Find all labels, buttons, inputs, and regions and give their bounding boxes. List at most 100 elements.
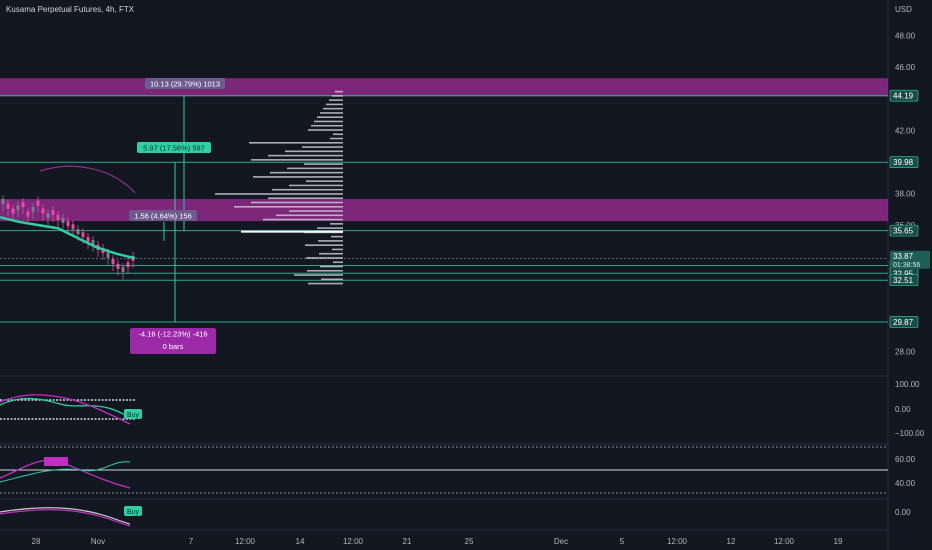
indicator-tick-label: 0.00 [895, 508, 911, 517]
price-tick-label: 28.00 [895, 348, 916, 357]
volume-profile-bar [285, 150, 343, 153]
volume-profile-bar [333, 261, 343, 264]
candle-body [6, 203, 10, 209]
price-tick-label: 38.00 [895, 190, 916, 199]
measurement-label: 5.97 (17.56%) 597 [143, 144, 205, 153]
zone-band [0, 78, 888, 97]
measurement-label: -4.16 (-12.23%) -416 [138, 330, 207, 339]
indicator-tick-label: 0.00 [895, 405, 911, 414]
volume-profile-bar [329, 99, 343, 101]
candle-body [66, 221, 70, 227]
volume-profile-bar [311, 124, 343, 127]
volume-profile-bar [289, 184, 343, 187]
candle-body [56, 214, 60, 220]
volume-profile-bar [249, 141, 343, 144]
indicator-tick-label: −100.00 [895, 429, 925, 438]
time-tick-label: 12:00 [343, 537, 364, 546]
candle-body [51, 210, 55, 216]
volume-profile-bar [332, 248, 343, 251]
volume-profile-bar [215, 193, 343, 195]
volume-profile-bar [323, 107, 343, 110]
volume-profile-bar [319, 252, 343, 255]
level-label: 44.19 [893, 92, 914, 101]
candle-body [81, 232, 85, 238]
price-tick-label: 42.00 [895, 126, 916, 135]
indicator-tick-label: 40.00 [895, 479, 916, 488]
time-tick-label: 25 [465, 537, 474, 546]
candle-body [76, 229, 80, 235]
time-tick-label: Dec [554, 537, 568, 546]
volume-profile-bar [306, 180, 343, 182]
volume-profile-bar [320, 265, 343, 268]
time-tick-label: 12:00 [235, 537, 256, 546]
volume-profile-bar [234, 205, 343, 208]
candle-body [126, 262, 130, 268]
time-tick-label: 12:00 [667, 537, 688, 546]
volume-profile-bar [304, 163, 343, 165]
measurement-label: 1.56 (4.64%) 156 [134, 212, 192, 221]
volume-profile-bar [335, 90, 343, 93]
measurement-label: 10.13 (29.79%) 1013 [150, 80, 220, 89]
candle-body [1, 199, 5, 205]
level-label: 29.87 [893, 318, 914, 327]
time-tick-label: 28 [32, 537, 41, 546]
indicator-tick-label: 100.00 [895, 380, 920, 389]
volume-profile-bar [330, 223, 343, 225]
volume-profile-bar [268, 197, 343, 200]
time-tick-label: 12:00 [774, 537, 795, 546]
volume-profile-bar [272, 188, 343, 191]
volume-profile-bar [331, 235, 343, 238]
time-tick-label: 14 [296, 537, 305, 546]
candle-body [121, 266, 125, 272]
candle-body [41, 208, 45, 214]
volume-profile-bar [308, 129, 343, 131]
candle-body [106, 252, 110, 258]
time-tick-label: 21 [403, 537, 412, 546]
volume-profile-bar [251, 159, 343, 161]
currency-label: USD [895, 5, 912, 14]
time-tick-label: Nov [91, 537, 105, 546]
volume-profile-bar [317, 227, 343, 229]
time-tick-label: 19 [834, 537, 843, 546]
volume-profile-bar [320, 112, 343, 114]
time-tick-label: 5 [620, 537, 625, 546]
candle-body [116, 263, 120, 269]
price-tick-label: 46.00 [895, 63, 916, 72]
time-tick-label: 7 [189, 537, 194, 546]
volume-profile-bar [318, 240, 343, 242]
candle-body [16, 205, 20, 211]
volume-profile-bar [268, 154, 343, 157]
volume-profile-bar [330, 137, 343, 140]
volume-profile-bar [308, 282, 343, 285]
volume-profile-bar [305, 244, 343, 246]
volume-profile-bar [287, 167, 343, 170]
trading-chart[interactable]: 10.13 (29.79%) 1013 5.97 (17.56%) 597 1.56… [0, 0, 932, 550]
measurement-label-2: 0 bars [163, 342, 184, 351]
level-label: 32.51 [893, 276, 914, 285]
countdown-label: 01:38:56 [893, 262, 920, 269]
time-tick-label: 12 [727, 537, 736, 546]
volume-profile-bar [306, 257, 343, 259]
volume-profile-bar [307, 269, 343, 272]
volume-profile-bar [251, 201, 343, 204]
volume-profile-bar [263, 218, 343, 221]
volume-profile-bar [333, 133, 343, 136]
volume-profile-bar [294, 274, 343, 276]
candle-body [31, 206, 35, 212]
volume-profile-bar [332, 95, 343, 97]
volume-profile-bar [289, 210, 343, 212]
volume-profile-bar [317, 116, 343, 118]
volume-profile-bar [314, 120, 343, 123]
volume-profile-bar [321, 278, 343, 281]
indicator-tick-label: 60.00 [895, 455, 916, 464]
candle-body [111, 259, 115, 265]
candle-body [36, 200, 40, 206]
chart-title: Kusama Perpetual Futures, 4h, FTX [6, 5, 135, 14]
price-tick-label: 48.00 [895, 32, 916, 41]
signal-box [44, 457, 68, 466]
volume-profile-bar [276, 214, 343, 217]
volume-profile-bar [253, 176, 343, 178]
signal-label: Buy [127, 412, 140, 419]
volume-profile-bar [326, 103, 343, 106]
current-price-label: 33.87 [893, 252, 914, 261]
